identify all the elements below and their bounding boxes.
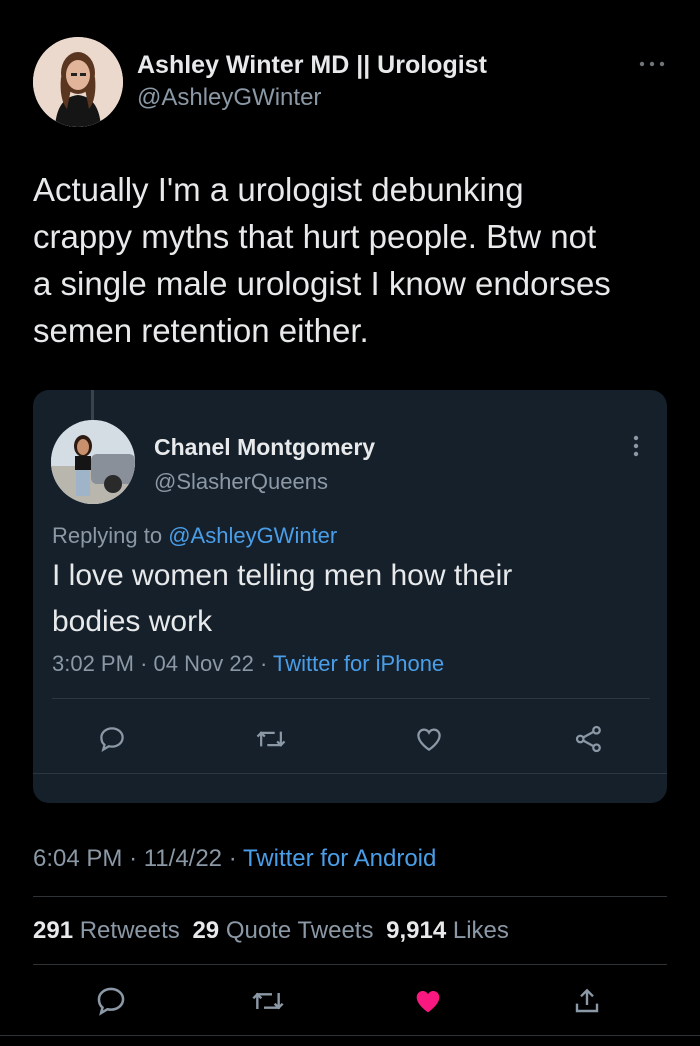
tweet-time: 6:04 PM — [33, 845, 123, 872]
likes-count: 9,914 — [386, 917, 447, 944]
replying-handle-link[interactable]: @AshleyGWinter — [168, 523, 337, 548]
quoted-tweet-text: I love women telling men how their bodie… — [52, 553, 512, 645]
meta-separator: · — [129, 845, 138, 872]
retweet-icon[interactable] — [250, 985, 286, 1017]
quotes-stat[interactable]: 29 Quote Tweets — [192, 917, 380, 944]
thread-line — [91, 390, 94, 420]
tweet-text-line: a single male urologist I know endorses — [33, 265, 611, 302]
tweet-text: Actually I'm a urologist debunking crapp… — [33, 166, 611, 354]
meta-separator: · — [140, 651, 148, 676]
quotes-count: 29 — [192, 917, 220, 944]
quoted-date: 04 Nov 22 — [153, 651, 254, 676]
share-icon[interactable] — [573, 724, 605, 754]
tweet-meta: 6:04 PM · 11/4/22 · Twitter for Android — [33, 845, 436, 873]
stats-divider — [33, 964, 667, 965]
meta-divider — [33, 896, 667, 897]
meta-separator: · — [228, 845, 237, 872]
bottom-divider — [0, 1035, 700, 1036]
quoted-text-line: I love women telling men how their — [52, 559, 513, 592]
quoted-tweet-card[interactable]: Chanel Montgomery @SlasherQueens Replyin… — [33, 390, 667, 803]
more-horizontal-icon[interactable] — [638, 58, 666, 70]
share-icon[interactable] — [571, 984, 603, 1018]
likes-label: Likes — [452, 917, 509, 944]
heart-icon[interactable] — [414, 724, 444, 754]
reply-icon[interactable] — [97, 724, 127, 754]
tweet-text-line: crappy myths that hurt people. Btw not — [33, 218, 597, 255]
author-name[interactable]: Ashley Winter MD || Urologist — [137, 50, 487, 80]
likes-stat[interactable]: 9,914 Likes — [386, 917, 509, 944]
author-handle[interactable]: @AshleyGWinter — [137, 84, 321, 112]
retweet-icon[interactable] — [255, 724, 287, 754]
retweets-count: 291 — [33, 917, 74, 944]
retweets-label: Retweets — [79, 917, 180, 944]
tweet-text-line: Actually I'm a urologist debunking — [33, 171, 524, 208]
replying-prefix: Replying to — [52, 523, 163, 548]
tweet-text-line: semen retention either. — [33, 312, 369, 349]
quoted-time: 3:02 PM — [52, 651, 134, 676]
tweet-source-link[interactable]: Twitter for Android — [243, 845, 436, 872]
quoted-tweet-meta: 3:02 PM · 04 Nov 22 · Twitter for iPhone — [52, 651, 444, 677]
quoted-divider-bottom — [33, 773, 667, 774]
quoted-text-line: bodies work — [52, 605, 213, 638]
heart-icon-liked[interactable] — [411, 985, 445, 1017]
retweets-stat[interactable]: 291 Retweets — [33, 917, 186, 944]
reply-icon[interactable] — [94, 984, 128, 1018]
more-vertical-icon[interactable] — [632, 434, 640, 458]
tweet-date: 11/4/22 — [143, 845, 223, 872]
quoted-divider-top — [52, 698, 650, 699]
quoted-author-name[interactable]: Chanel Montgomery — [154, 433, 375, 461]
author-avatar[interactable] — [33, 37, 123, 127]
tweet-stats: 291 Retweets 29 Quote Tweets 9,914 Likes — [33, 916, 509, 946]
quoted-author-avatar[interactable] — [51, 420, 135, 504]
replying-to: Replying to @AshleyGWinter — [52, 523, 337, 549]
quoted-source-link[interactable]: Twitter for iPhone — [273, 651, 444, 676]
meta-separator: · — [259, 651, 268, 676]
quotes-label: Quote Tweets — [225, 917, 374, 944]
quoted-author-handle[interactable]: @SlasherQueens — [154, 469, 328, 495]
